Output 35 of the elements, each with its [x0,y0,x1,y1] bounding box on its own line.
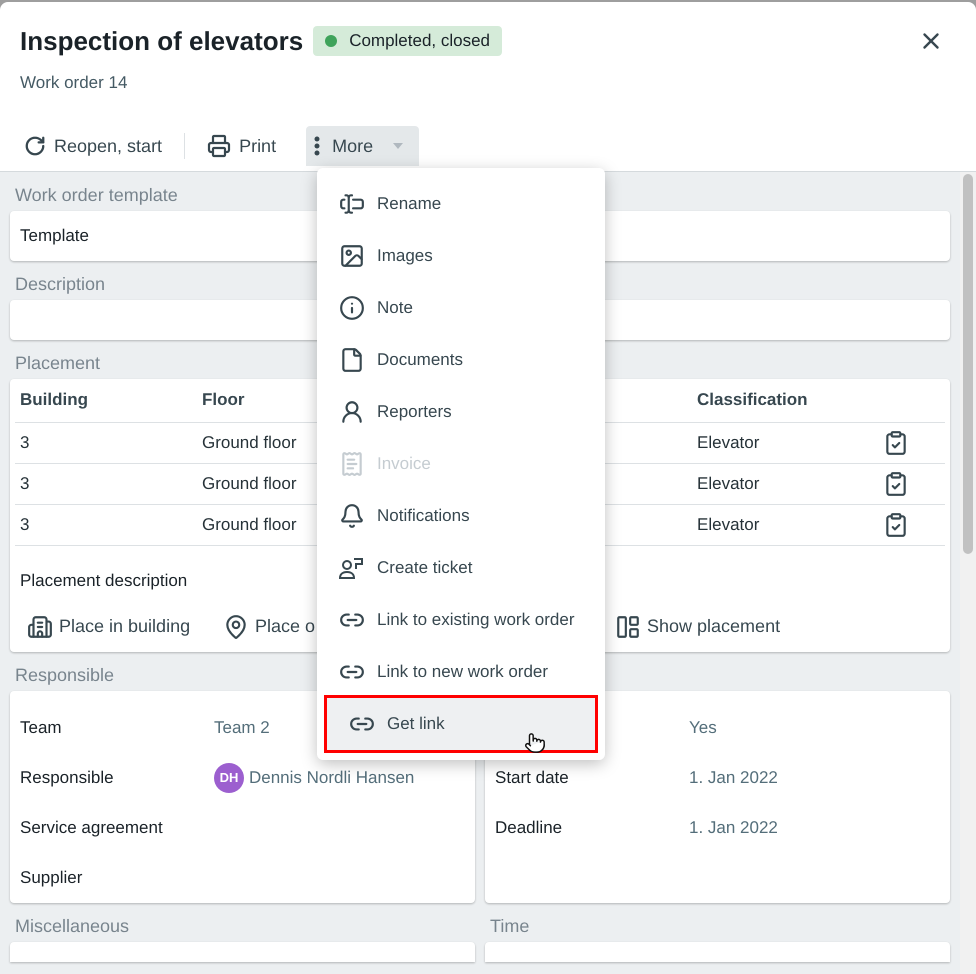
column-header: Building [20,390,88,410]
section-heading: Responsible [15,664,114,687]
table-cell: Elevator [697,514,760,534]
table-cell: 3 [20,514,30,534]
field-label: Placement description [20,570,188,592]
dialog-title: Inspection of elevators [20,25,304,58]
table-cell: 3 [20,474,30,493]
section-heading: Description [15,272,106,296]
field-label: Supplier [20,867,84,890]
avatar: DH [214,763,244,793]
field-value: 1. Jan 2022 [689,817,778,840]
field-label: Responsible [20,767,115,790]
field-value: 1. Jan 2022 [689,767,778,790]
dialog-subtitle: Work order 14 [20,72,128,94]
field-label: Team [20,717,63,740]
section-heading: Time [490,915,530,938]
table-cell: Elevator [697,474,760,493]
table-cell: 3 [20,432,30,452]
table-cell: Ground floor [202,514,296,534]
table-cell: Ground floor [202,432,296,452]
section-heading: Placement [15,352,100,374]
column-header: Classification [697,390,808,410]
status-badge: Completed, closed [313,26,502,56]
field-value: Yes [689,717,717,740]
column-header: Floor [202,390,244,410]
field-label: Service agreement [20,817,164,840]
field-value: Dennis Nordli Hansen [249,767,414,790]
section-heading: Work order template [15,184,178,206]
field-value: Team 2 [214,717,270,740]
section-heading: Miscellaneous [15,915,130,938]
table-cell: Ground floor [202,474,296,493]
field-label: Deadline [495,817,564,840]
table-cell: Elevator [697,432,760,452]
field-label: Template [20,224,89,247]
field-label: Start date [495,767,570,790]
